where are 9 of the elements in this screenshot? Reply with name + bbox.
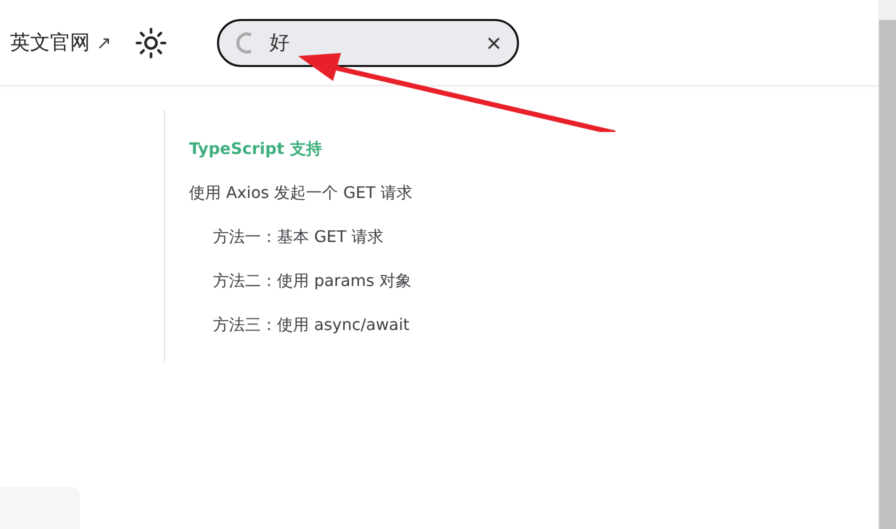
outline-link[interactable]: 使用 Axios 发起一个 GET 请求 (189, 180, 489, 205)
sun-icon[interactable] (133, 24, 170, 60)
outline-link[interactable]: 方法二：使用 params 对象 (189, 268, 489, 293)
outline-link[interactable]: 方法三：使用 async/await (189, 312, 489, 337)
external-link[interactable]: 英文官网 ↗ (10, 29, 112, 56)
search-field[interactable]: 好 × (217, 18, 520, 66)
scrollbar[interactable] (878, 0, 896, 529)
outline-link[interactable]: 方法一：基本 GET 请求 (189, 224, 489, 249)
clear-button[interactable]: × (482, 30, 506, 56)
